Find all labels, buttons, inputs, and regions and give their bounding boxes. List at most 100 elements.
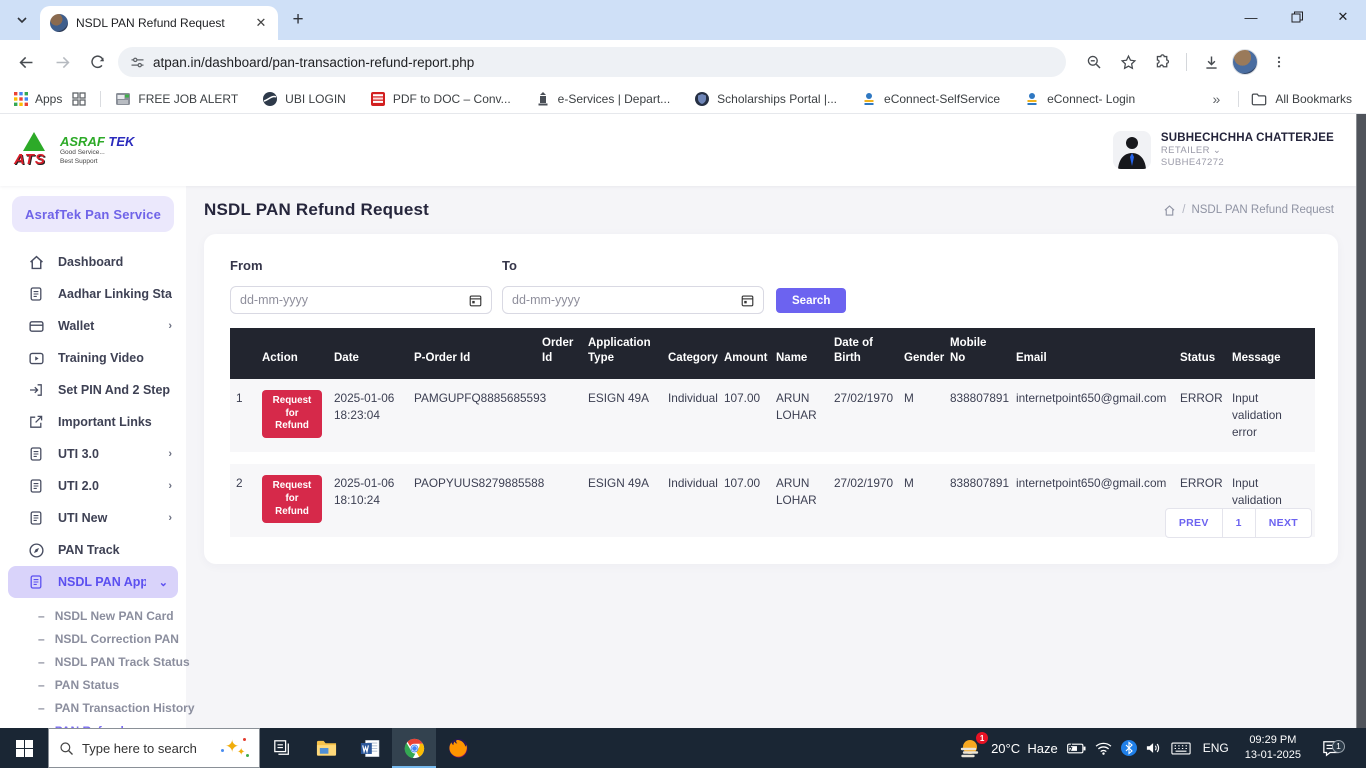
bookmark-item[interactable]: e-Services | Depart... <box>535 91 671 107</box>
apps-shortcut[interactable]: Apps <box>14 92 62 106</box>
document-icon <box>28 574 45 591</box>
touch-keyboard-icon[interactable] <box>1171 742 1191 755</box>
sidebar-subitem-nsdl-correction-pan[interactable]: –NSDL Correction PAN <box>0 627 186 650</box>
word-icon[interactable] <box>348 728 392 768</box>
column-header <box>230 328 256 379</box>
login-icon <box>28 382 45 399</box>
reload-icon[interactable] <box>82 46 114 78</box>
cell-date: 2025-01-06 18:10:24 <box>328 458 408 543</box>
site-info-icon[interactable] <box>130 55 145 70</box>
volume-icon[interactable] <box>1146 741 1162 755</box>
sidebar-subitem-pan-status[interactable]: –PAN Status <box>0 673 186 696</box>
column-header: Amount <box>718 328 770 379</box>
file-explorer-icon[interactable] <box>304 728 348 768</box>
firefox-icon[interactable] <box>436 728 480 768</box>
battery-icon[interactable] <box>1067 743 1086 754</box>
downloads-icon[interactable] <box>1195 46 1227 78</box>
wallet-icon <box>28 318 45 335</box>
zoom-icon[interactable] <box>1078 46 1110 78</box>
reading-list-grid-icon[interactable] <box>72 92 86 106</box>
sidebar-item-pan-track[interactable]: PAN Track <box>0 534 186 566</box>
cell-amount: 107.00 <box>718 458 770 543</box>
econnect-favicon <box>1024 91 1040 107</box>
extensions-icon[interactable] <box>1146 46 1178 78</box>
start-button[interactable] <box>0 728 48 768</box>
bookmark-star-icon[interactable] <box>1112 46 1144 78</box>
sidebar: AsrafTek Pan Service Dashboard Aadhar Lin… <box>0 186 186 728</box>
window-close-button[interactable]: ✕ <box>1320 0 1366 34</box>
screen: NSDL PAN Refund Request ✕ + — ✕ atpan.in… <box>0 0 1366 768</box>
logo-text: ASRAF TEK Good Service... Best Support <box>60 134 134 165</box>
pagination-next-button[interactable]: NEXT <box>1256 508 1312 538</box>
window-minimize-button[interactable]: — <box>1228 0 1274 34</box>
to-date-input[interactable]: dd-mm-yyyy <box>502 286 764 314</box>
browser-tab[interactable]: NSDL PAN Refund Request ✕ <box>40 6 278 40</box>
request-for-refund-button[interactable]: Request for Refund <box>262 475 322 523</box>
taskbar-search-input[interactable]: Type here to search ✦✦ <box>48 728 260 768</box>
column-header: Application Type <box>582 328 662 379</box>
sidebar-item-dashboard[interactable]: Dashboard <box>0 246 186 278</box>
sidebar-item-uti-3-0[interactable]: UTI 3.0› <box>0 438 186 470</box>
window-restore-button[interactable] <box>1274 0 1320 34</box>
sidebar-subitem-nsdl-new-pan-card[interactable]: –NSDL New PAN Card <box>0 604 186 627</box>
bookmark-item[interactable]: FREE JOB ALERT <box>115 91 238 107</box>
task-view-button[interactable] <box>260 728 304 768</box>
search-button[interactable]: Search <box>776 288 846 313</box>
back-icon[interactable] <box>10 46 42 78</box>
sidebar-item-label: Important Links <box>58 415 172 429</box>
bookmark-label: PDF to DOC – Conv... <box>393 92 511 106</box>
sidebar-subitem-nsdl-pan-track-status[interactable]: –NSDL PAN Track Status <box>0 650 186 673</box>
forward-icon[interactable] <box>46 46 78 78</box>
language-indicator[interactable]: ENG <box>1200 741 1232 755</box>
sidebar-item-wallet[interactable]: Wallet› <box>0 310 186 342</box>
page-scrollbar[interactable] <box>1356 114 1366 728</box>
new-tab-button[interactable]: + <box>284 6 312 34</box>
sidebar-item-nsdl-pan-application[interactable]: NSDL PAN Application⌄ <box>8 566 178 598</box>
sidebar-subitem-pan-refund[interactable]: –PAN Refund <box>0 719 186 728</box>
bookmark-label: UBI LOGIN <box>285 92 346 106</box>
bluetooth-icon[interactable] <box>1121 740 1137 756</box>
sidebar-item-important-links[interactable]: Important Links <box>0 406 186 438</box>
action-center-icon[interactable]: 1 <box>1314 740 1348 757</box>
cell-mobile-no: 838807891 <box>944 458 1010 543</box>
request-for-refund-button[interactable]: Request for Refund <box>262 390 322 438</box>
sidebar-item-set-pin-and-2-step[interactable]: Set PIN And 2 Step <box>0 374 186 406</box>
sidebar-subitem-pan-transaction-history[interactable]: –PAN Transaction History <box>0 696 186 719</box>
home-icon[interactable] <box>1163 204 1176 217</box>
all-bookmarks-button[interactable]: All Bookmarks <box>1275 92 1352 106</box>
sidebar-item-uti-2-0[interactable]: UTI 2.0› <box>0 470 186 502</box>
profile-avatar[interactable] <box>1229 46 1261 78</box>
taskbar-clock[interactable]: 09:29 PM 13-01-2025 <box>1241 733 1305 763</box>
chevron-right-icon: › <box>168 448 172 460</box>
to-label: To <box>502 258 764 273</box>
bookmark-item[interactable]: eConnect-SelfService <box>861 91 1000 107</box>
cell-gender: M <box>898 458 944 543</box>
from-date-input[interactable]: dd-mm-yyyy <box>230 286 492 314</box>
wifi-icon[interactable] <box>1095 742 1112 755</box>
column-header: Email <box>1010 328 1174 379</box>
sidebar-item-aadhar-linking-status[interactable]: Aadhar Linking Status <box>0 278 186 310</box>
sidebar-item-training-video[interactable]: Training Video <box>0 342 186 374</box>
sidebar-item-uti-new[interactable]: UTI New› <box>0 502 186 534</box>
calendar-icon[interactable] <box>469 294 482 307</box>
bookmark-item[interactable]: UBI LOGIN <box>262 91 346 107</box>
user-menu[interactable]: SUBHECHCHHA CHATTERJEE RETAILER ⌄ SUBHE4… <box>1113 131 1334 169</box>
sidebar-brand[interactable]: AsrafTek Pan Service <box>12 196 174 232</box>
bookmark-item[interactable]: Scholarships Portal |... <box>694 91 837 107</box>
bookmark-item[interactable]: eConnect- Login <box>1024 91 1135 107</box>
bookmarks-overflow-icon[interactable]: » <box>1207 91 1227 107</box>
menu-kebab-icon[interactable] <box>1263 46 1295 78</box>
calendar-icon[interactable] <box>741 294 754 307</box>
pagination-page-1-button[interactable]: 1 <box>1223 508 1256 538</box>
sidebar-item-label: Aadhar Linking Status <box>58 287 172 301</box>
taskbar-weather[interactable]: 1 20°C Haze <box>959 736 1058 760</box>
tab-search-icon[interactable] <box>8 6 36 34</box>
tab-close-icon[interactable]: ✕ <box>252 14 270 32</box>
document-icon <box>28 286 45 303</box>
pagination-prev-button[interactable]: PREV <box>1165 508 1223 538</box>
address-bar[interactable]: atpan.in/dashboard/pan-transaction-refun… <box>118 47 1066 77</box>
breadcrumb-current[interactable]: NSDL PAN Refund Request <box>1191 204 1334 216</box>
bookmark-item[interactable]: PDF to DOC – Conv... <box>370 91 511 107</box>
chrome-icon[interactable] <box>392 728 436 768</box>
site-logo[interactable]: ATS ASRAF TEK Good Service... Best Suppo… <box>14 130 134 170</box>
